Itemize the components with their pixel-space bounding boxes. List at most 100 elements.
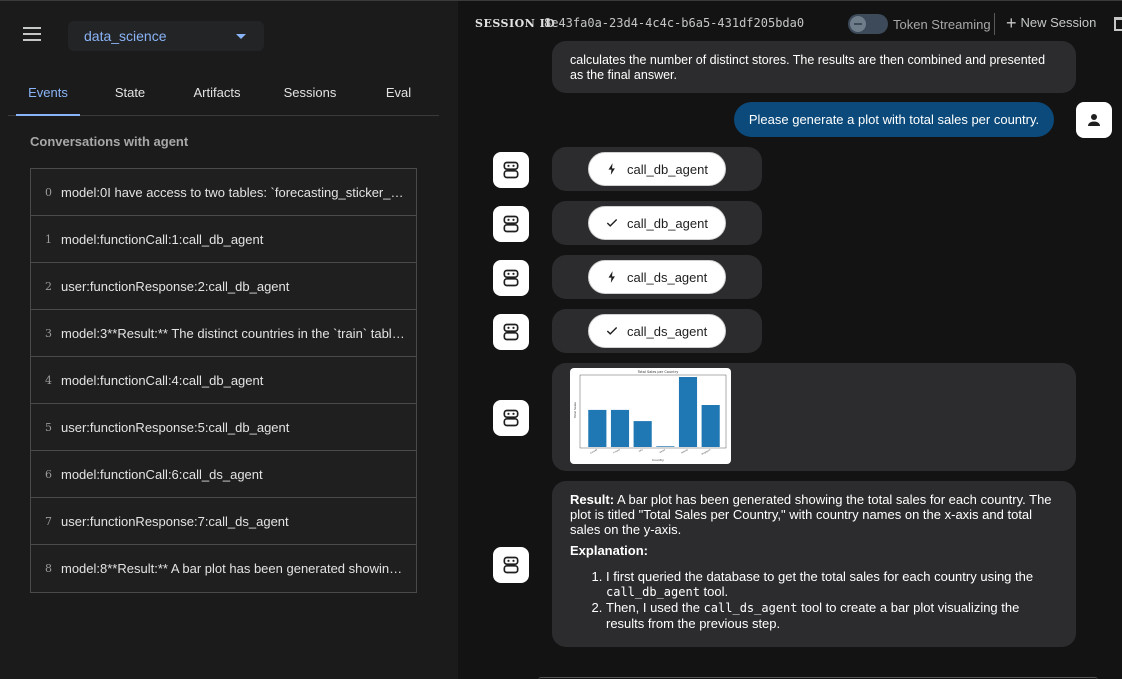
app-selector-value: data_science: [84, 28, 167, 44]
bolt-icon: [608, 271, 615, 283]
tab-eval[interactable]: Eval: [358, 75, 439, 115]
check-icon: [606, 327, 618, 335]
side-panel: data_science Events State Artifacts Sess…: [0, 0, 458, 679]
chart-tick-label: Kenya: [659, 449, 666, 454]
person-icon: [1088, 114, 1100, 126]
event-text: model:functionCall:4:call_db_agent: [61, 372, 264, 388]
explanation-list: I first queried the database to get the …: [606, 569, 1058, 631]
robot-icon: [503, 409, 519, 427]
event-row[interactable]: 7 user:functionResponse:7:call_ds_agent: [31, 498, 416, 545]
event-index: 2: [45, 279, 52, 293]
function-response-chip[interactable]: call_ds_agent: [588, 314, 726, 348]
bot-avatar: [493, 260, 529, 296]
event-index: 1: [45, 232, 52, 246]
session-id-value: 8e43fa0a-23d4-4c4c-b6a5-431df205bda0: [544, 16, 805, 30]
check-icon: [606, 219, 618, 227]
app-selector[interactable]: data_science: [68, 21, 264, 51]
chart-xlabel: Country: [652, 458, 664, 462]
result-label: Result:: [570, 492, 615, 507]
chart-tick-label: Norway: [681, 448, 690, 455]
list-item-text: tool.: [699, 584, 729, 599]
function-response-chip[interactable]: call_db_agent: [588, 206, 726, 240]
chip-label: call_ds_agent: [627, 323, 708, 339]
robot-icon: [503, 323, 519, 341]
top-bar: SESSION ID 8e43fa0a-23d4-4c4c-b6a5-431df…: [458, 1, 1122, 46]
event-index: 4: [45, 373, 52, 387]
list-item: I first queried the database to get the …: [606, 569, 1058, 600]
event-text: user:functionResponse:5:call_db_agent: [61, 419, 290, 435]
new-session-button[interactable]: + New Session: [1006, 14, 1097, 32]
event-text: user:functionResponse:7:call_ds_agent: [61, 513, 289, 529]
event-row[interactable]: 4 model:functionCall:4:call_db_agent: [31, 357, 416, 404]
event-row[interactable]: 3 model:3**Result:** The distinct countri…: [31, 310, 416, 357]
event-row[interactable]: 5 user:functionResponse:5:call_db_agent: [31, 404, 416, 451]
delete-icon[interactable]: [1114, 17, 1122, 31]
robot-icon: [503, 269, 519, 287]
event-row[interactable]: 1 model:functionCall:1:call_db_agent: [31, 216, 416, 263]
chart-tick-label: Canada: [590, 449, 598, 455]
event-index: 8: [45, 562, 52, 575]
bot-avatar: [493, 400, 529, 436]
chart-ylabel: Total Sales: [573, 402, 577, 419]
robot-icon: [503, 215, 519, 233]
chart-tick-label: Singapore: [701, 448, 712, 456]
bar-chart: Total Sales per Country Country Total Sa…: [573, 370, 727, 462]
list-item: Then, I used the call_ds_agent tool to c…: [606, 600, 1058, 631]
chart-bar: [656, 446, 675, 447]
bot-avatar: [493, 547, 529, 583]
explanation-label: Explanation:: [570, 543, 649, 558]
chart-tick-label: Italy: [638, 448, 644, 453]
event-text: model:functionCall:6:call_ds_agent: [61, 466, 263, 482]
event-text: user:functionResponse:2:call_db_agent: [61, 278, 290, 294]
new-session-label: New Session: [1020, 15, 1097, 30]
message-text: as the final answer.: [570, 68, 678, 82]
function-call-chip[interactable]: call_ds_agent: [588, 260, 726, 294]
bot-avatar: [493, 152, 529, 188]
robot-icon: [503, 556, 519, 574]
chip-label: call_db_agent: [627, 161, 708, 177]
event-row[interactable]: 0 model:0I have access to two tables: `fo…: [31, 169, 416, 216]
bot-avatar: [493, 314, 529, 350]
tab-bar: Events State Artifacts Sessions Eval: [8, 75, 439, 116]
chart-bar: [610, 409, 630, 447]
user-avatar: [1076, 102, 1112, 138]
chip-label: call_ds_agent: [627, 269, 708, 285]
event-row[interactable]: 8 model:8**Result:** A bar plot has been …: [31, 545, 416, 592]
tab-state[interactable]: State: [88, 75, 172, 115]
event-index: 3: [45, 326, 52, 340]
event-index: 6: [45, 467, 52, 481]
menu-icon[interactable]: [20, 23, 44, 47]
event-row[interactable]: 6 model:functionCall:6:call_ds_agent: [31, 451, 416, 498]
token-streaming-toggle[interactable]: [848, 14, 888, 34]
result-paragraph: Result: A bar plot has been generated sh…: [570, 492, 1058, 537]
event-list: 0 model:0I have access to two tables: `fo…: [30, 168, 417, 593]
event-text: model:functionCall:1:call_db_agent: [61, 231, 264, 247]
event-text: model:0I have access to two tables: `for…: [61, 184, 406, 200]
token-streaming-label: Token Streaming: [893, 17, 991, 32]
message-text: calculates the number of distinct stores…: [570, 53, 1046, 67]
function-call-chip[interactable]: call_db_agent: [588, 152, 726, 186]
chart-tick-label: Finland: [613, 449, 621, 455]
list-item-text: I first queried the database to get the …: [606, 569, 1034, 584]
inline-code: call_ds_agent: [703, 601, 798, 615]
inline-code: call_db_agent: [606, 585, 700, 599]
chevron-down-icon: [236, 34, 246, 39]
tab-artifacts[interactable]: Artifacts: [172, 75, 262, 115]
chart-bar: [678, 377, 698, 447]
toggle-knob: [850, 16, 866, 32]
event-row[interactable]: 2 user:functionResponse:2:call_db_agent: [31, 263, 416, 310]
section-title: Conversations with agent: [30, 134, 189, 149]
chart-bar: [701, 405, 720, 447]
bar-chart-image[interactable]: Total Sales per Country Country Total Sa…: [570, 368, 731, 464]
event-index: 0: [45, 185, 52, 199]
tab-events[interactable]: Events: [8, 75, 88, 116]
robot-icon: [503, 161, 519, 179]
result-text: A bar plot has been generated showing th…: [570, 492, 1052, 537]
user-message-bubble: Please generate a plot with total sales …: [734, 102, 1054, 137]
tab-sessions[interactable]: Sessions: [262, 75, 358, 115]
bot-avatar: [493, 206, 529, 242]
chat-panel: SESSION ID 8e43fa0a-23d4-4c4c-b6a5-431df…: [458, 0, 1122, 679]
bolt-icon: [608, 163, 615, 175]
event-text: model:3**Result:** The distinct countrie…: [61, 325, 406, 341]
chart-bar: [588, 409, 607, 447]
